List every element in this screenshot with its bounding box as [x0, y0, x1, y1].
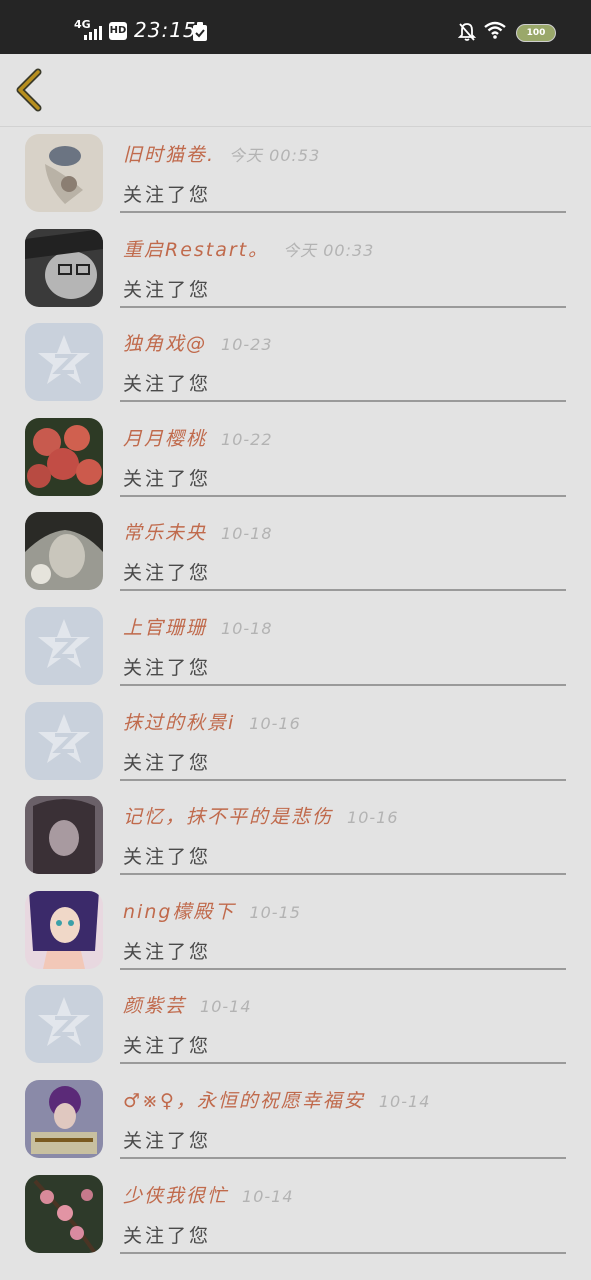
divider [120, 1062, 566, 1065]
follower-name[interactable]: ♂※♀，永恒的祝愿幸福安 [123, 1090, 365, 1112]
divider [120, 589, 566, 592]
follow-time: 今天 00:33 [283, 240, 375, 260]
divider [120, 684, 566, 686]
name-line: 常乐未央 10-18 [123, 518, 273, 545]
avatar[interactable] [25, 512, 103, 591]
name-line: 上官珊珊 10-18 [123, 613, 273, 640]
name-line: 记忆，抹不平的是悲伤 10-16 [123, 802, 399, 829]
follower-item[interactable]: 记忆，抹不平的是悲伤 10-16 关注了您 [0, 788, 591, 883]
avatar[interactable] [25, 228, 103, 307]
follower-name[interactable]: 记忆，抹不平的是悲伤 [123, 806, 333, 828]
divider [120, 1251, 566, 1254]
follow-time: 10-14 [242, 1186, 294, 1206]
avatar[interactable] [25, 890, 103, 969]
wifi-icon [484, 21, 506, 39]
follow-action-text: 关注了您 [123, 751, 212, 774]
follower-name[interactable]: 重启Restart。 [123, 239, 269, 261]
follower-name[interactable]: 旧时猫卷. [123, 144, 215, 166]
divider [120, 211, 566, 213]
signal-icon [84, 26, 102, 40]
follow-time: 10-16 [347, 808, 399, 828]
name-line: 旧时猫卷. 今天 00:53 [123, 140, 320, 167]
divider [120, 967, 566, 970]
follow-time: 10-18 [221, 524, 273, 544]
follower-item[interactable]: 颜紫芸 10-14 关注了您 [0, 977, 591, 1072]
divider [120, 305, 566, 308]
follower-item[interactable]: 独角戏@ 10-23 关注了您 [0, 315, 591, 410]
follow-time: 10-14 [378, 1092, 431, 1111]
status-time: 23:15 [134, 18, 197, 42]
avatar[interactable] [25, 796, 103, 875]
follow-action-text: 关注了您 [123, 184, 212, 206]
follower-name[interactable]: ning檬殿下 [123, 901, 235, 923]
follower-name[interactable]: 少侠我很忙 [123, 1185, 228, 1207]
follow-action-text: 关注了您 [123, 940, 212, 963]
name-line: 月月樱桃 10-22 [123, 424, 273, 451]
divider [120, 873, 566, 876]
bell-off-icon [457, 23, 477, 41]
header-bar [0, 54, 591, 127]
follower-name[interactable]: 常乐未央 [123, 522, 207, 544]
name-line: 颜紫芸 10-14 [123, 991, 252, 1018]
follower-item[interactable]: ning檬殿下 10-15 关注了您 [0, 883, 591, 978]
follower-item[interactable]: 旧时猫卷. 今天 00:53 关注了您 [0, 126, 591, 221]
follower-name[interactable]: 独角戏@ [123, 333, 207, 355]
battery-level: 100 [526, 28, 546, 38]
avatar[interactable] [25, 1174, 103, 1253]
follower-item[interactable]: 月月樱桃 10-22 关注了您 [0, 410, 591, 505]
hd-badge: HD [109, 22, 127, 40]
avatar[interactable] [25, 701, 103, 780]
follow-time: 今天 00:53 [229, 146, 321, 165]
avatar[interactable] [25, 417, 103, 496]
name-line: 抹过的秋景i 10-16 [123, 708, 301, 735]
name-line: 独角戏@ 10-23 [123, 329, 273, 356]
follower-name[interactable]: 上官珊珊 [123, 617, 207, 639]
avatar[interactable] [25, 323, 103, 402]
follow-action-text: 关注了您 [123, 1035, 212, 1058]
divider [120, 400, 566, 403]
avatar[interactable] [25, 1080, 103, 1158]
clipboard-check-icon [193, 22, 207, 41]
follow-action-text: 关注了您 [123, 1224, 212, 1247]
follow-action-text: 关注了您 [123, 278, 212, 301]
divider [120, 494, 566, 497]
follow-time: 10-18 [221, 619, 273, 638]
follow-action-text: 关注了您 [123, 846, 212, 869]
follower-list: 旧时猫卷. 今天 00:53 关注了您 重启Restart。 今天 00:33 关注… [0, 126, 591, 1280]
follower-item[interactable]: 上官珊珊 10-18 关注了您 [0, 599, 591, 694]
divider [120, 778, 566, 781]
follower-item[interactable]: 常乐未央 10-18 关注了您 [0, 504, 591, 599]
follower-name[interactable]: 颜紫芸 [123, 995, 186, 1017]
follow-time: 10-15 [249, 902, 301, 922]
follow-action-text: 关注了您 [123, 657, 212, 679]
avatar[interactable] [25, 134, 103, 212]
divider [120, 1157, 566, 1159]
follow-action-text: 关注了您 [123, 562, 212, 585]
avatar[interactable] [25, 985, 103, 1064]
chevron-left-icon [16, 68, 42, 112]
follow-time: 10-22 [221, 429, 273, 449]
name-line: 少侠我很忙 10-14 [123, 1181, 294, 1208]
follower-name[interactable]: 抹过的秋景i [123, 712, 235, 734]
battery-icon: 100 [516, 24, 556, 42]
follower-item[interactable]: 重启Restart。 今天 00:33 关注了您 [0, 221, 591, 316]
follow-action-text: 关注了您 [123, 1130, 212, 1152]
follower-name[interactable]: 月月樱桃 [123, 428, 207, 450]
avatar[interactable] [25, 607, 103, 685]
status-bar: 4G HD 23:15 100 [0, 0, 591, 54]
name-line: ning檬殿下 10-15 [123, 897, 301, 924]
name-line: ♂※♀，永恒的祝愿幸福安 10-14 [123, 1086, 430, 1113]
back-button[interactable] [12, 68, 52, 112]
name-line: 重启Restart。 今天 00:33 [123, 235, 374, 262]
follower-item[interactable]: ♂※♀，永恒的祝愿幸福安 10-14 关注了您 [0, 1072, 591, 1167]
follower-item[interactable]: 抹过的秋景i 10-16 关注了您 [0, 694, 591, 789]
follow-time: 10-16 [249, 713, 301, 733]
follow-action-text: 关注了您 [123, 467, 212, 490]
follow-time: 10-23 [221, 335, 273, 355]
follow-time: 10-14 [200, 997, 252, 1017]
follower-item[interactable]: 少侠我很忙 10-14 关注了您 [0, 1167, 591, 1262]
follow-action-text: 关注了您 [123, 373, 212, 396]
